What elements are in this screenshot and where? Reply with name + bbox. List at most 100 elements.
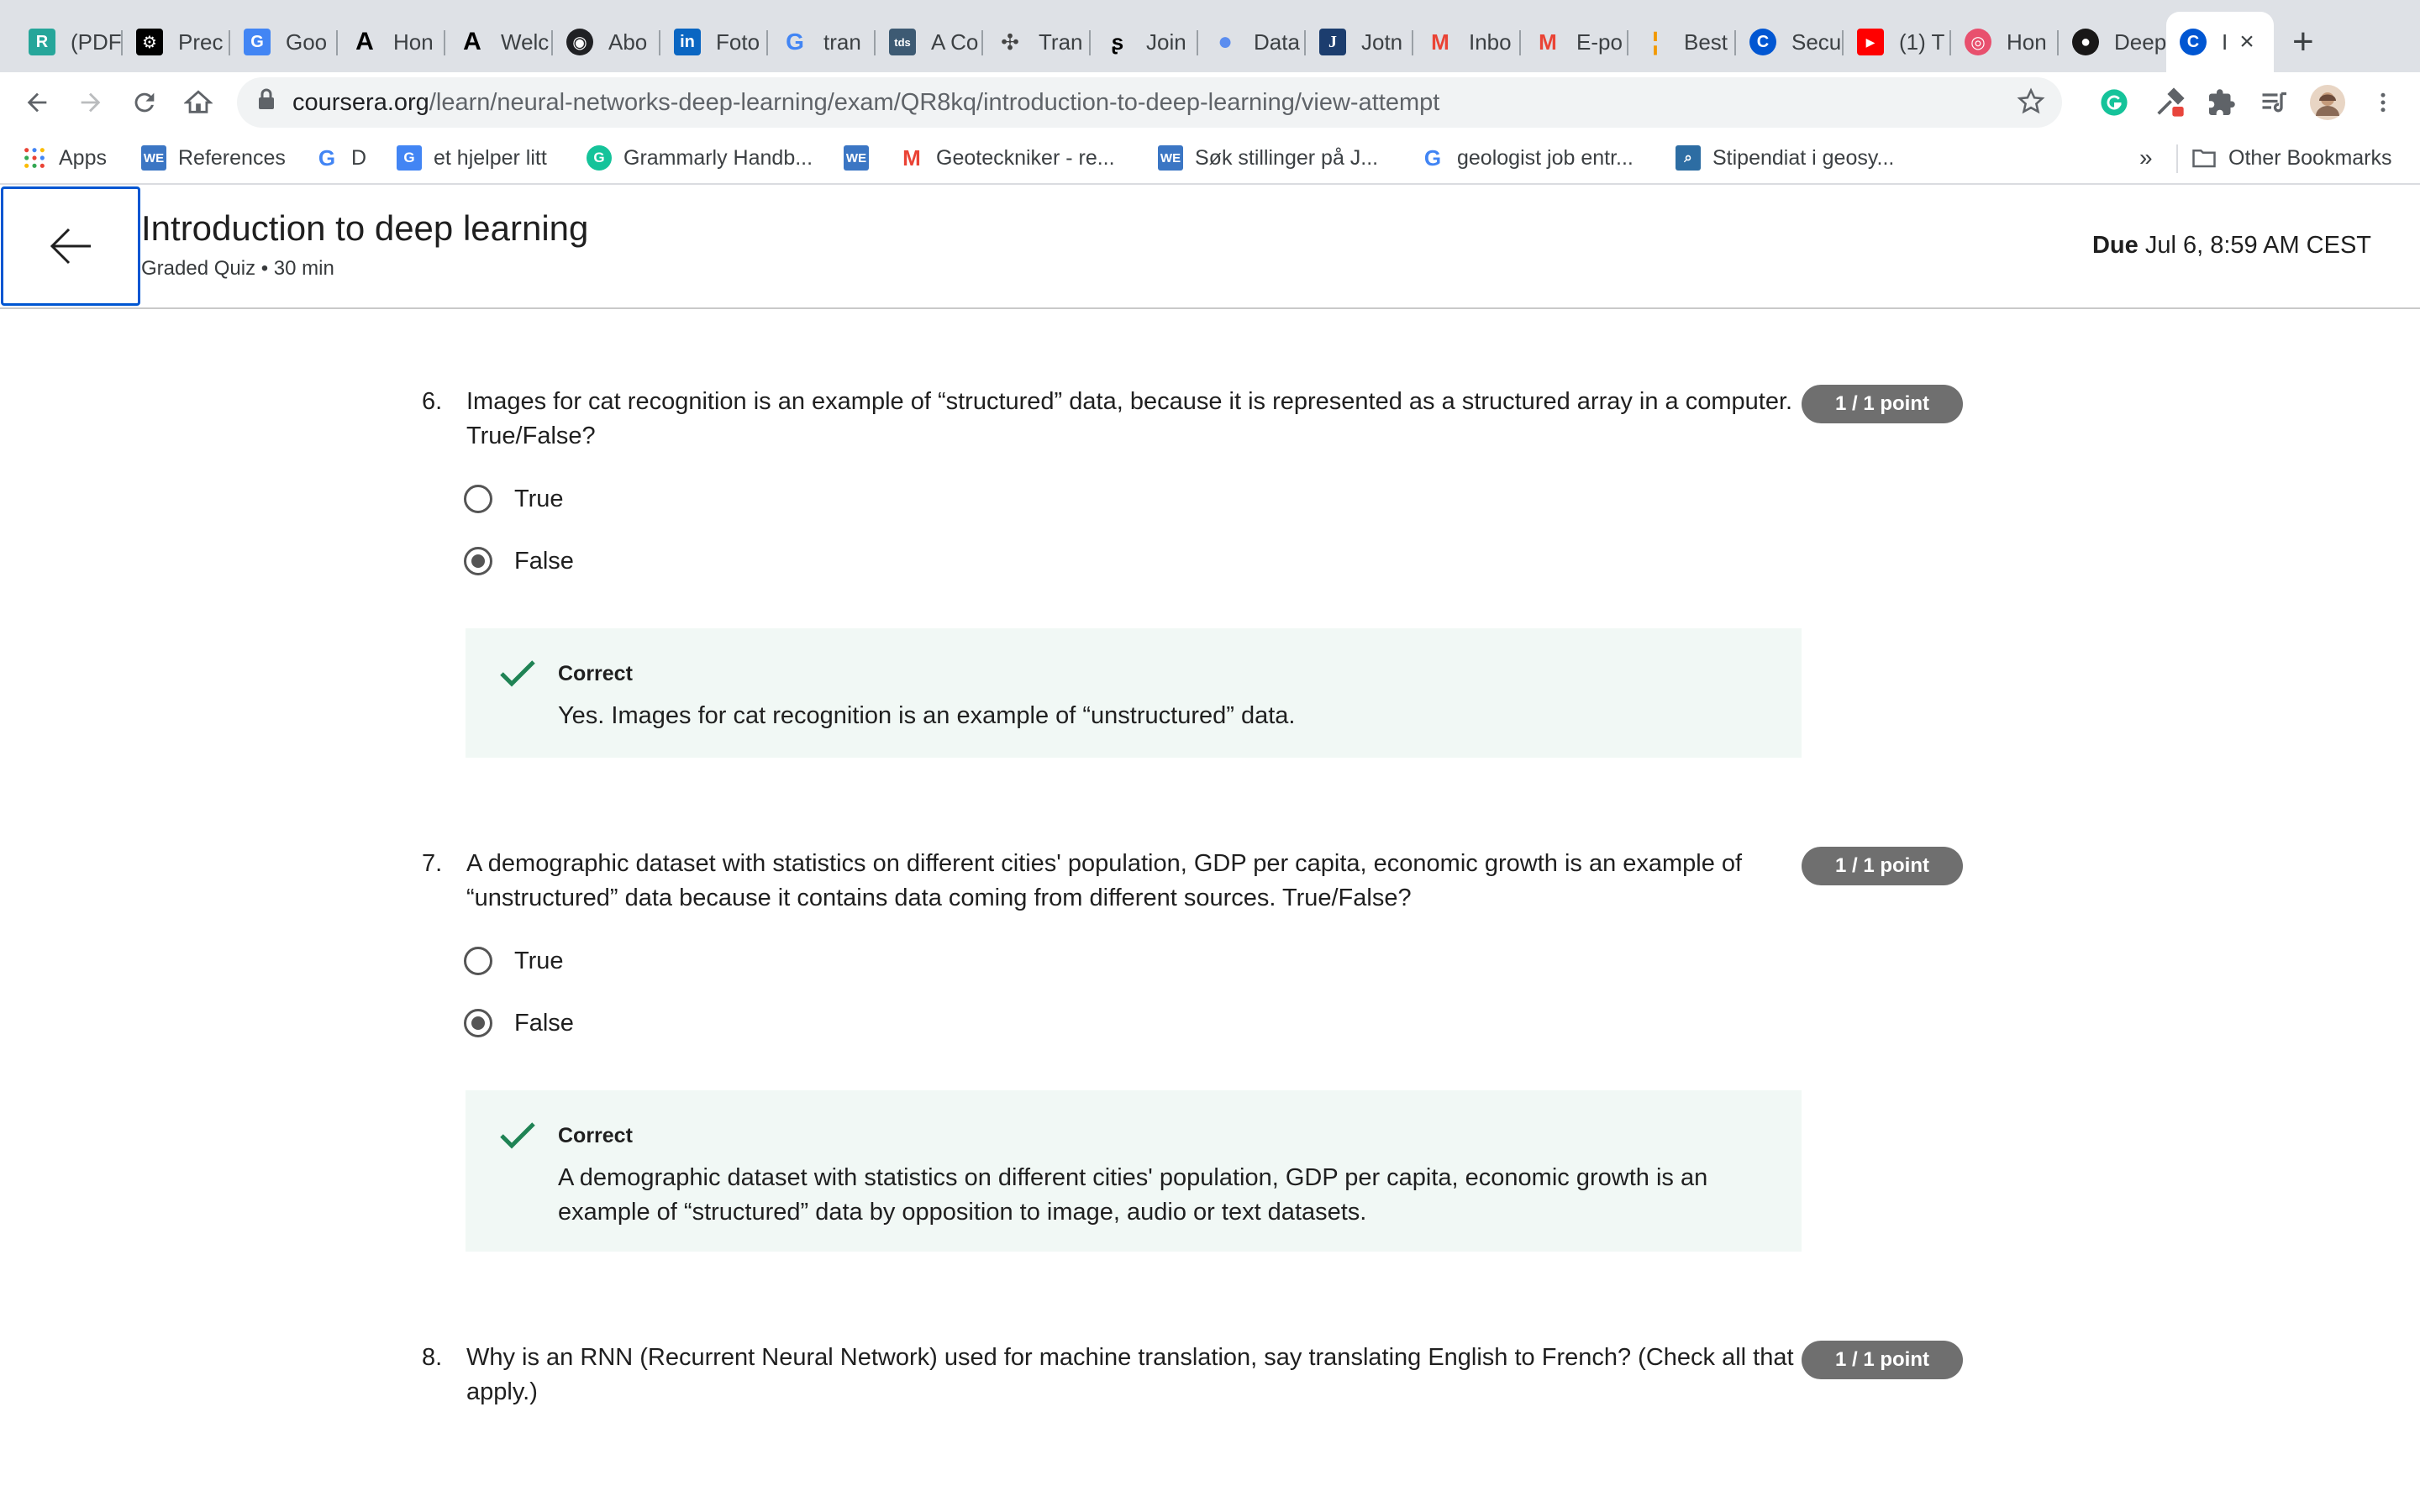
question-number: 8. xyxy=(422,1344,443,1371)
browser-tab-strip: R (PDF ⚙ Prec G Goo A Hon A Welc ◉ Abo i… xyxy=(0,0,2420,72)
due-value: Jul 6, 8:59 AM CEST xyxy=(2144,232,2371,259)
apps-grid-icon xyxy=(22,145,47,171)
question-number: 7. xyxy=(422,850,443,877)
bookmark-item[interactable]: G D xyxy=(314,143,366,173)
browser-tab[interactable]: ¦ Best xyxy=(1628,12,1736,72)
browser-tab[interactable]: tds A Co xyxy=(876,12,983,72)
bookmark-item[interactable]: WE References xyxy=(141,143,286,173)
option-label: False xyxy=(514,1009,574,1037)
feedback-text: A demographic dataset with statistics on… xyxy=(558,1164,1708,1226)
answer-option[interactable]: True xyxy=(464,480,564,517)
lock-icon xyxy=(257,88,276,117)
quiz-header: Introduction to deep learning Graded Qui… xyxy=(0,185,2420,309)
eyedropper-extension-icon[interactable] xyxy=(2149,82,2190,123)
close-tab-icon[interactable]: × xyxy=(2239,28,2254,56)
tab-title: tran xyxy=(823,29,861,55)
browser-tab[interactable]: ⚙ Prec xyxy=(123,12,230,72)
back-icon[interactable] xyxy=(17,82,57,123)
browser-tab[interactable]: ▶ (1) T xyxy=(1844,12,1951,72)
tab-title: (1) T xyxy=(1899,29,1945,55)
tab-title: I xyxy=(2222,29,2228,55)
grammarly-extension-icon[interactable] xyxy=(2094,82,2134,123)
tab-title: Best xyxy=(1684,29,1728,55)
tab-favicon: G xyxy=(244,29,271,55)
tab-title: Jotn xyxy=(1361,29,1403,55)
google-translate-icon: G xyxy=(397,145,422,171)
tab-title: Data xyxy=(1254,29,1300,55)
bookmark-label: Grammarly Handb... xyxy=(623,145,813,170)
bookmark-star-icon[interactable] xyxy=(2017,87,2045,123)
browser-tab[interactable]: A Welc xyxy=(445,12,553,72)
answer-option-selected[interactable]: False xyxy=(464,543,574,580)
more-bookmarks-chevron[interactable]: » xyxy=(2139,143,2153,173)
page-title: Introduction to deep learning xyxy=(141,208,589,248)
bookmark-item[interactable]: G geologist job entr... xyxy=(1420,143,1634,173)
question-number: 6. xyxy=(422,388,443,415)
browser-tab[interactable]: M Inbo xyxy=(1413,12,1521,72)
browser-tab[interactable]: in Foto xyxy=(660,12,768,72)
browser-tab[interactable]: ◉ Abo xyxy=(553,12,660,72)
radio-button[interactable] xyxy=(464,485,492,513)
browser-tab[interactable]: J Jotn xyxy=(1306,12,1413,72)
bookmark-item[interactable]: G Grammarly Handb... xyxy=(587,143,813,173)
option-label: False xyxy=(514,547,574,575)
tab-title: Secu xyxy=(1791,29,1842,55)
browser-tab[interactable]: C Secu xyxy=(1736,12,1844,72)
option-label: True xyxy=(514,947,564,974)
tab-title: Abo xyxy=(608,29,648,55)
browser-tab-active[interactable]: C I × xyxy=(2166,12,2274,72)
browser-tab[interactable]: ʂ Join xyxy=(1091,12,1198,72)
bookmark-item[interactable]: M Geoteckniker - re... xyxy=(899,143,1115,173)
quiz-subtitle: Graded Quiz • 30 min xyxy=(141,257,334,280)
browser-tab[interactable]: R (PDF xyxy=(15,12,123,72)
reload-icon[interactable] xyxy=(124,82,165,123)
extensions-puzzle-icon[interactable] xyxy=(2202,82,2242,123)
tab-title: Hon xyxy=(2007,29,2047,55)
back-button[interactable] xyxy=(1,186,140,306)
tab-favicon: C xyxy=(2180,29,2207,55)
browser-tab[interactable]: A Hon xyxy=(338,12,445,72)
browser-tab[interactable]: ✣ Tran xyxy=(983,12,1091,72)
points-badge: 1 / 1 point xyxy=(1802,1341,1963,1379)
url-host: coursera.org xyxy=(292,88,429,116)
radio-button-checked[interactable] xyxy=(464,547,492,575)
bookmark-item[interactable]: WE Søk stillinger på J... xyxy=(1158,143,1378,173)
arrow-left-icon xyxy=(50,228,91,265)
address-bar[interactable]: coursera.org/learn/neural-networks-deep-… xyxy=(237,77,2062,128)
radio-button[interactable] xyxy=(464,947,492,975)
new-tab-icon[interactable]: + xyxy=(2292,20,2314,64)
bookmark-label: D xyxy=(351,145,367,170)
browser-tab[interactable]: G Goo xyxy=(230,12,338,72)
tab-favicon: C xyxy=(1749,29,1776,55)
browser-tab[interactable]: ● Data xyxy=(1198,12,1306,72)
answer-option[interactable]: True xyxy=(464,942,564,979)
browser-tab[interactable]: G tran xyxy=(768,12,876,72)
bookmark-apps[interactable]: Apps xyxy=(22,143,107,173)
checkmark-icon xyxy=(499,1121,536,1155)
bookmark-item[interactable]: ⌕ Stipendiat i geosy... xyxy=(1676,143,1894,173)
bookmarks-bar: Apps WE References G D G et hjelper litt… xyxy=(0,133,2420,185)
browser-tab[interactable]: ◎ Hon xyxy=(1951,12,2059,72)
bookmark-item[interactable]: WE xyxy=(844,143,869,173)
forward-icon[interactable] xyxy=(71,82,111,123)
answer-option-selected[interactable]: False xyxy=(464,1005,574,1042)
radio-button-checked[interactable] xyxy=(464,1009,492,1037)
bookmark-label: Geoteckniker - re... xyxy=(936,145,1115,170)
browser-tab[interactable]: ● Deep xyxy=(2059,12,2166,72)
tab-title: Welc xyxy=(501,29,550,55)
tab-favicon: A xyxy=(463,28,481,55)
media-queue-icon[interactable] xyxy=(2254,82,2294,123)
due-label: Due xyxy=(2091,232,2139,259)
profile-avatar[interactable] xyxy=(2307,82,2348,123)
home-icon[interactable] xyxy=(178,82,218,123)
tab-title: (PDF xyxy=(71,29,122,55)
feedback-box: Correct Yes. Images for cat recognition … xyxy=(466,628,1802,758)
tab-favicon: ● xyxy=(1217,28,1234,55)
other-bookmarks[interactable]: Other Bookmarks xyxy=(2191,143,2392,173)
browser-tab[interactable]: M E-po xyxy=(1521,12,1628,72)
bookmark-label: Søk stillinger på J... xyxy=(1195,145,1379,170)
bookmark-label: Apps xyxy=(59,145,107,170)
browser-menu-icon[interactable] xyxy=(2363,82,2403,123)
points-badge: 1 / 1 point xyxy=(1802,847,1963,885)
bookmark-item[interactable]: G et hjelper litt xyxy=(397,143,547,173)
